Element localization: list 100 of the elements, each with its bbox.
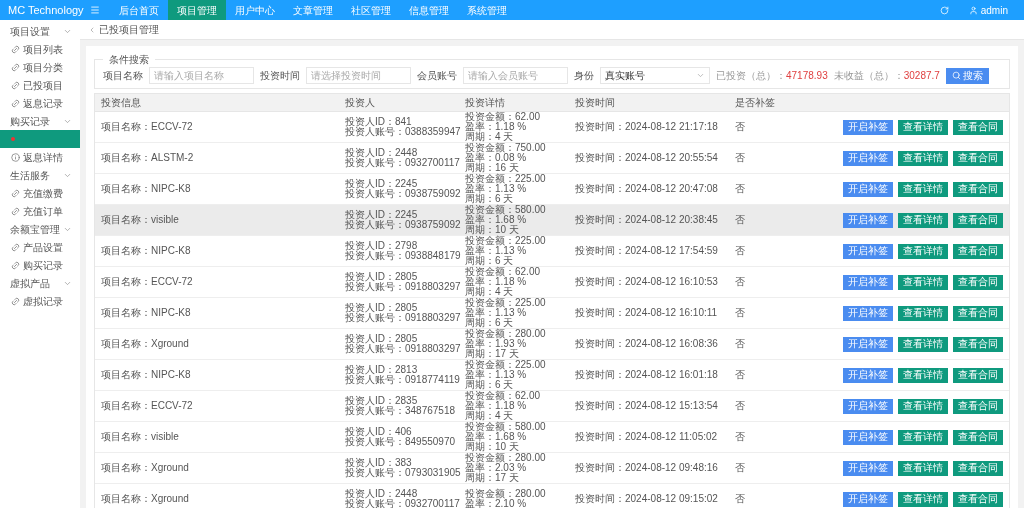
sidebar-group[interactable]: 项目设置 — [0, 22, 80, 40]
action-button[interactable]: 查看合同 — [953, 150, 1003, 166]
investor-info: 投资人账号：0938848179 — [345, 251, 462, 261]
nav-tab[interactable]: 后台首页 — [110, 0, 168, 20]
chevron-icon — [88, 25, 96, 34]
resign-status: 否 — [735, 184, 746, 194]
action-button[interactable]: 开启补签 — [843, 274, 893, 290]
input-field[interactable]: 请输入项目名称 — [149, 67, 254, 84]
action-button[interactable]: 开启补签 — [843, 367, 893, 383]
action-button[interactable]: 查看详情 — [898, 398, 948, 414]
action-button[interactable]: 开启补签 — [843, 243, 893, 259]
investment-detail: 周期：6 天 — [465, 318, 515, 328]
action-button[interactable]: 开启补签 — [843, 212, 893, 228]
sidebar-group[interactable]: 虚拟产品 — [0, 274, 80, 292]
nav-tab[interactable]: 系统管理 — [458, 0, 516, 20]
resign-status: 否 — [735, 370, 746, 380]
sidebar-item[interactable]: 虚拟记录 — [0, 292, 80, 310]
nav-tab[interactable]: 项目管理 — [168, 0, 226, 20]
investment-detail: 盈率：1.13 % — [465, 246, 528, 256]
investor-info: 投资人账号：0918803297 — [345, 313, 462, 323]
resign-status: 否 — [735, 308, 746, 318]
action-button[interactable]: 查看合同 — [953, 491, 1003, 507]
project-name: 项目名称：ECCV-72 — [100, 277, 194, 287]
investment-detail: 投资金额：750.00 — [465, 143, 547, 153]
action-button[interactable]: 查看合同 — [953, 398, 1003, 414]
sidebar-item[interactable] — [0, 130, 80, 148]
sidebar-item[interactable]: 产品设置 — [0, 238, 80, 256]
action-button[interactable]: 开启补签 — [843, 150, 893, 166]
investor-info: 投资人账号：0793031905 — [345, 468, 462, 478]
sidebar-item[interactable]: 项目列表 — [0, 40, 80, 58]
sidebar-item[interactable]: 充值缴费 — [0, 184, 80, 202]
nav-tab[interactable]: 社区管理 — [342, 0, 400, 20]
action-button[interactable]: 开启补签 — [843, 119, 893, 135]
sidebar-group[interactable]: 生活服务 — [0, 166, 80, 184]
action-button[interactable]: 查看详情 — [898, 150, 948, 166]
input-field[interactable]: 请输入会员账号 — [463, 67, 568, 84]
project-name: 项目名称：visible — [100, 432, 180, 442]
action-button[interactable]: 查看详情 — [898, 429, 948, 445]
action-button[interactable]: 查看合同 — [953, 305, 1003, 321]
action-button[interactable]: 查看合同 — [953, 119, 1003, 135]
sidebar-item[interactable]: 充值订单 — [0, 202, 80, 220]
sidebar-item[interactable]: 项目分类 — [0, 58, 80, 76]
action-button[interactable]: 查看合同 — [953, 429, 1003, 445]
user-name[interactable]: admin — [980, 2, 1008, 18]
project-name: 项目名称：visible — [100, 215, 180, 225]
action-button[interactable]: 查看详情 — [898, 460, 948, 476]
investment-time: 投资时间：2024-08-12 21:17:18 — [575, 122, 719, 132]
action-button[interactable]: 开启补签 — [843, 460, 893, 476]
action-button[interactable]: 查看详情 — [898, 491, 948, 507]
action-button[interactable]: 开启补签 — [843, 491, 893, 507]
investment-detail: 周期：6 天 — [465, 380, 515, 390]
action-button[interactable]: 查看合同 — [953, 460, 1003, 476]
action-button[interactable]: 查看合同 — [953, 336, 1003, 352]
investment-detail: 投资金额：62.00 — [465, 391, 542, 401]
investment-detail: 投资金额：580.00 — [465, 422, 547, 432]
investment-time: 投资时间：2024-08-12 15:13:54 — [575, 401, 719, 411]
investment-detail: 盈率：2.03 % — [465, 463, 528, 473]
sidebar-group[interactable]: 购买记录 — [0, 112, 80, 130]
sidebar-item[interactable]: 返息记录 — [0, 94, 80, 112]
project-name: 项目名称：ECCV-72 — [100, 122, 194, 132]
action-button[interactable]: 开启补签 — [843, 429, 893, 445]
action-button[interactable]: 开启补签 — [843, 398, 893, 414]
input-field[interactable]: 请选择投资时间 — [306, 67, 411, 84]
action-button[interactable]: 查看详情 — [898, 119, 948, 135]
investor-info: 投资人账号：348767518 — [345, 406, 457, 416]
sidebar-item[interactable]: 购买记录 — [0, 256, 80, 274]
action-button[interactable]: 查看合同 — [953, 212, 1003, 228]
nav-tab[interactable]: 信息管理 — [400, 0, 458, 20]
investment-detail: 盈率：1.13 % — [465, 184, 528, 194]
action-button[interactable]: 查看合同 — [953, 274, 1003, 290]
select-field[interactable]: 真实账号 — [600, 67, 710, 84]
menu-icon[interactable] — [90, 5, 100, 15]
action-button[interactable]: 查看合同 — [953, 181, 1003, 197]
action-button[interactable]: 查看详情 — [898, 243, 948, 259]
project-name: 项目名称：NIPC-K8 — [100, 370, 192, 380]
sidebar-item[interactable]: 已投项目 — [0, 76, 80, 94]
total-value: 47178.93 — [786, 69, 828, 83]
action-button[interactable]: 开启补签 — [843, 336, 893, 352]
action-button[interactable]: 查看详情 — [898, 212, 948, 228]
action-button[interactable]: 查看详情 — [898, 181, 948, 197]
action-button[interactable]: 查看详情 — [898, 305, 948, 321]
search-button[interactable]: 搜索 — [945, 67, 989, 84]
column-header: 投资人 — [345, 96, 376, 110]
action-button[interactable]: 开启补签 — [843, 181, 893, 197]
refresh-icon[interactable] — [939, 5, 949, 15]
nav-tab[interactable]: 文章管理 — [284, 0, 342, 20]
action-button[interactable]: 开启补签 — [843, 305, 893, 321]
action-button[interactable]: 查看详情 — [898, 336, 948, 352]
investor-info: 投资人账号：0918803297 — [345, 282, 462, 292]
action-button[interactable]: 查看合同 — [953, 243, 1003, 259]
resign-status: 否 — [735, 494, 746, 504]
action-button[interactable]: 查看详情 — [898, 274, 948, 290]
investment-detail: 投资金额：225.00 — [465, 174, 547, 184]
sidebar-item[interactable]: 返息详情 — [0, 148, 80, 166]
action-button[interactable]: 查看合同 — [953, 367, 1003, 383]
action-button[interactable]: 查看详情 — [898, 367, 948, 383]
investment-detail: 盈率：2.10 % — [465, 499, 528, 508]
sidebar-group[interactable]: 余额宝管理 — [0, 220, 80, 238]
nav-tab[interactable]: 用户中心 — [226, 0, 284, 20]
investment-detail: 盈率：1.18 % — [465, 401, 528, 411]
